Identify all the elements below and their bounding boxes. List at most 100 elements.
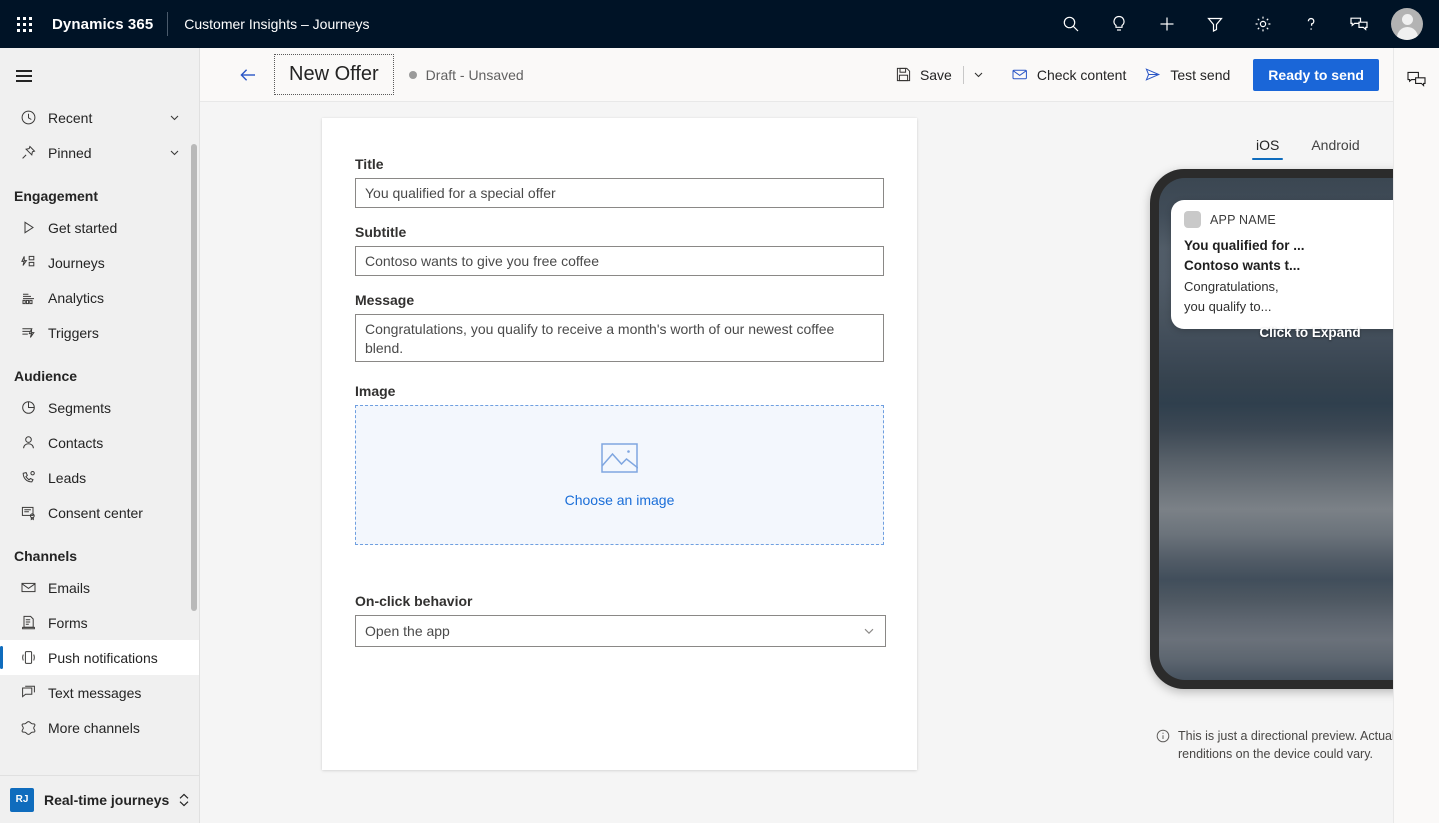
subtitle-label: Subtitle bbox=[355, 224, 407, 240]
save-options-button[interactable] bbox=[966, 58, 992, 92]
hamburger-icon bbox=[16, 67, 32, 86]
panel-toggle-icon[interactable] bbox=[1400, 62, 1434, 96]
sidebar-item-get-started[interactable]: Get started bbox=[0, 210, 199, 245]
sidebar-item-contacts[interactable]: Contacts bbox=[0, 425, 199, 460]
notification-preview-card[interactable]: APP NAME now You qualified for ... Conto… bbox=[1171, 200, 1393, 329]
brand-title[interactable]: Dynamics 365 bbox=[48, 16, 167, 33]
plus-icon[interactable] bbox=[1143, 0, 1191, 48]
sidebar-item-text-messages[interactable]: Text messages bbox=[0, 675, 199, 710]
sidebar-item-forms[interactable]: Forms bbox=[0, 605, 199, 640]
click-to-expand-label[interactable]: Click to Expand bbox=[1159, 325, 1393, 340]
top-navigation-bar: Dynamics 365 Customer Insights – Journey… bbox=[0, 0, 1439, 48]
notification-body-line2: you qualify to... bbox=[1184, 299, 1272, 314]
area-switcher[interactable]: RJ Real-time journeys bbox=[0, 775, 199, 823]
check-content-button[interactable]: Check content bbox=[1002, 58, 1136, 92]
notification-header: APP NAME now bbox=[1184, 211, 1393, 228]
sidebar-item-consent-center[interactable]: Consent center bbox=[0, 495, 199, 530]
sidebar-group-engagement: Engagement bbox=[14, 188, 99, 204]
push-notification-editor: Title Subtitle Message Image Choos bbox=[322, 118, 917, 770]
sidebar-item-push-notifications[interactable]: Push notifications bbox=[0, 640, 199, 675]
sidebar-item-label: Pinned bbox=[48, 144, 92, 161]
chevron-down-icon bbox=[862, 624, 876, 638]
sidebar-toggle-button[interactable] bbox=[0, 56, 48, 96]
more-channels-icon bbox=[12, 719, 44, 736]
disclaimer-text: This is just a directional preview. Actu… bbox=[1178, 729, 1393, 761]
device-preview-panel: iOS Android APP NAME now You qualified f… bbox=[942, 102, 1393, 823]
sidebar-scrollbar[interactable] bbox=[191, 144, 197, 611]
sidebar-item-label: Push notifications bbox=[48, 649, 158, 666]
avatar[interactable] bbox=[1383, 0, 1431, 48]
sidebar-item-recent[interactable]: Recent bbox=[0, 100, 199, 135]
image-field-group: Image Choose an image bbox=[355, 383, 884, 545]
status-badge: Draft - Unsaved bbox=[408, 66, 524, 83]
test-send-label: Test send bbox=[1170, 66, 1231, 83]
check-content-icon bbox=[1011, 66, 1029, 83]
sidebar-item-leads[interactable]: Leads bbox=[0, 460, 199, 495]
back-button[interactable] bbox=[232, 59, 264, 91]
analytics-icon bbox=[12, 289, 44, 306]
waffle-icon bbox=[16, 16, 32, 32]
segments-icon bbox=[12, 399, 44, 416]
chevron-down-icon bbox=[168, 146, 181, 159]
top-nav-actions bbox=[1047, 0, 1439, 48]
gear-icon[interactable] bbox=[1239, 0, 1287, 48]
preview-platform-tabs: iOS Android bbox=[942, 120, 1362, 160]
command-divider bbox=[962, 65, 964, 84]
triggers-icon bbox=[12, 324, 44, 341]
push-icon bbox=[12, 649, 44, 666]
sidebar-group-channels: Channels bbox=[14, 548, 78, 564]
sidebar-item-analytics[interactable]: Analytics bbox=[0, 280, 199, 315]
message-textarea[interactable] bbox=[355, 314, 884, 362]
command-bar-actions: Save Check content Test send Ready to se… bbox=[886, 48, 1393, 102]
pin-icon bbox=[12, 144, 44, 161]
feedback-icon[interactable] bbox=[1335, 0, 1383, 48]
search-icon[interactable] bbox=[1047, 0, 1095, 48]
journeys-icon bbox=[12, 254, 44, 271]
sidebar-item-emails[interactable]: Emails bbox=[0, 570, 199, 605]
avatar-image bbox=[1391, 8, 1423, 40]
consent-icon bbox=[12, 504, 44, 521]
notification-subtitle: Contoso wants t... bbox=[1184, 258, 1301, 273]
app-name-label: Customer Insights – Journeys bbox=[184, 16, 370, 32]
question-icon[interactable] bbox=[1287, 0, 1335, 48]
image-dropzone[interactable]: Choose an image bbox=[355, 405, 884, 545]
sidebar-item-label: Segments bbox=[48, 399, 112, 416]
save-label: Save bbox=[919, 66, 952, 83]
app-icon bbox=[1184, 211, 1201, 228]
area-badge: RJ bbox=[10, 787, 34, 812]
image-placeholder-icon bbox=[601, 442, 639, 478]
phone-screen: APP NAME now You qualified for ... Conto… bbox=[1159, 178, 1393, 680]
lightbulb-icon[interactable] bbox=[1095, 0, 1143, 48]
chevron-updown-icon bbox=[177, 792, 191, 808]
onclick-label: On-click behavior bbox=[355, 593, 473, 609]
clock-icon bbox=[12, 109, 44, 126]
image-label: Image bbox=[355, 383, 396, 399]
sidebar-item-more-channels[interactable]: More channels bbox=[0, 710, 199, 745]
choose-image-link[interactable]: Choose an image bbox=[565, 492, 675, 508]
sidebar-item-segments[interactable]: Segments bbox=[0, 390, 199, 425]
filter-icon[interactable] bbox=[1191, 0, 1239, 48]
sidebar: Recent Pinned Engagement Get started Jou… bbox=[0, 48, 200, 823]
title-input[interactable] bbox=[355, 178, 884, 208]
onclick-behavior-select[interactable]: Open the app bbox=[355, 615, 886, 647]
sidebar-item-journeys[interactable]: Journeys bbox=[0, 245, 199, 280]
status-text: Draft - Unsaved bbox=[425, 66, 524, 83]
message-label: Message bbox=[355, 292, 415, 308]
record-title-input[interactable]: New Offer bbox=[274, 54, 394, 95]
sidebar-item-label: Journeys bbox=[48, 254, 105, 271]
sms-icon bbox=[12, 684, 44, 701]
sidebar-item-label: Get started bbox=[48, 219, 118, 236]
subtitle-input[interactable] bbox=[355, 246, 884, 276]
save-button[interactable]: Save bbox=[886, 58, 961, 92]
sidebar-item-label: Emails bbox=[48, 579, 91, 596]
tab-ios[interactable]: iOS bbox=[1252, 137, 1284, 160]
form-icon bbox=[12, 614, 44, 631]
sidebar-group-audience: Audience bbox=[14, 368, 78, 384]
ready-to-send-button[interactable]: Ready to send bbox=[1253, 58, 1379, 91]
app-launcher-button[interactable] bbox=[0, 0, 48, 48]
test-send-button[interactable]: Test send bbox=[1135, 58, 1239, 92]
onclick-selected-value: Open the app bbox=[365, 623, 450, 639]
sidebar-item-pinned[interactable]: Pinned bbox=[0, 135, 199, 170]
tab-android[interactable]: Android bbox=[1307, 137, 1363, 160]
sidebar-item-triggers[interactable]: Triggers bbox=[0, 315, 199, 350]
